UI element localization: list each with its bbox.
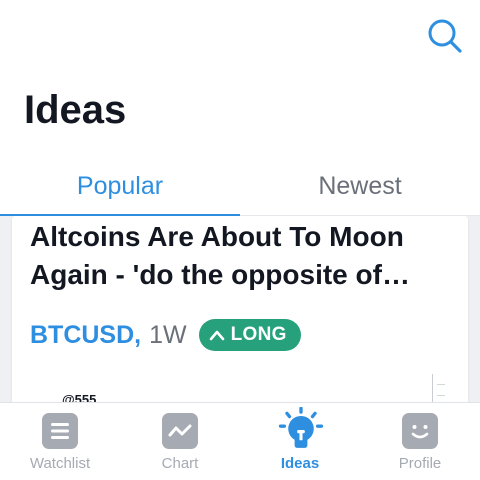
page-title: Ideas: [24, 88, 127, 132]
nav-chart[interactable]: Chart: [120, 403, 240, 480]
nav-ideas-label: Ideas: [280, 455, 320, 472]
idea-thumbnail-text: @555: [62, 392, 97, 402]
idea-thumbnail-chart: [432, 374, 448, 402]
nav-ideas[interactable]: Ideas: [240, 403, 360, 480]
lightbulb-icon: [278, 407, 324, 448]
symbol-separator: ,: [134, 320, 142, 349]
search-button[interactable]: [424, 16, 464, 56]
direction-badge: LONG: [198, 319, 301, 351]
idea-title[interactable]: Altcoins Are About To Moon Again - 'do t…: [30, 218, 460, 294]
chart-icon: [162, 413, 198, 449]
watchlist-icon: [42, 413, 78, 449]
chevron-up-icon: [209, 330, 224, 341]
tab-newest[interactable]: Newest: [240, 156, 480, 216]
tab-popular-label: Popular: [76, 171, 164, 200]
tab-bar: Popular Newest: [0, 156, 480, 217]
nav-watchlist[interactable]: Watchlist: [0, 403, 120, 480]
idea-symbol-link[interactable]: BTCUSD: [30, 321, 134, 350]
profile-icon: [402, 413, 438, 449]
idea-title-line-2: Again - 'do the opposite of…: [30, 259, 410, 290]
ideas-feed[interactable]: Altcoins Are About To Moon Again - 'do t…: [0, 216, 480, 402]
direction-label: LONG: [230, 324, 287, 345]
nav-watchlist-label: Watchlist: [29, 455, 91, 472]
nav-profile-label: Profile: [398, 455, 442, 472]
idea-card[interactable]: Altcoins Are About To Moon Again - 'do t…: [12, 216, 468, 402]
tab-newest-label: Newest: [318, 171, 402, 200]
nav-profile[interactable]: Profile: [360, 403, 480, 480]
idea-title-line-1: Altcoins Are About To Moon: [30, 221, 404, 252]
search-icon: [428, 19, 462, 53]
idea-meta: BTCUSD , 1W LONG: [30, 318, 301, 352]
idea-interval: 1W: [149, 320, 187, 349]
bottom-nav: Watchlist Chart Ideas Profile: [0, 402, 480, 480]
nav-chart-label: Chart: [161, 455, 199, 472]
tab-popular[interactable]: Popular: [0, 156, 240, 217]
